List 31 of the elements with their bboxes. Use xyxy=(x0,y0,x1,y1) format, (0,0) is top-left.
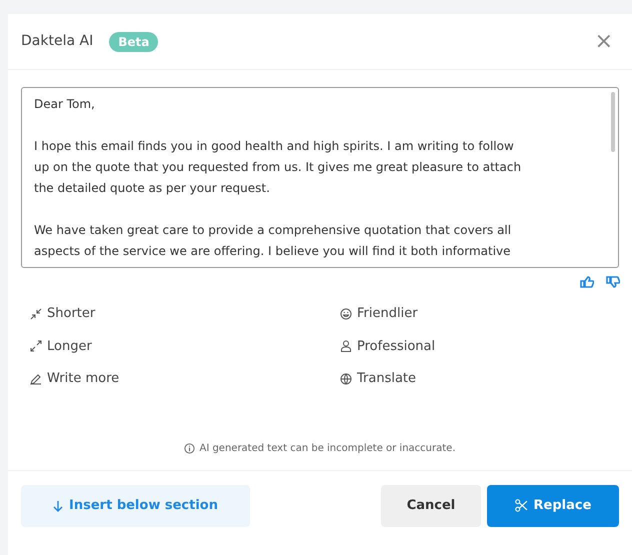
cancel-button[interactable]: Cancel xyxy=(381,484,481,526)
email-text-line: We have taken great care to provide a comprehensive quotation that covers all xyxy=(34,222,512,239)
rewrite-option[interactable]: Translate xyxy=(340,369,632,388)
rewrite-option[interactable]: Professional xyxy=(340,336,632,356)
rewrite-option[interactable]: Write more xyxy=(30,369,340,388)
rewrite-option[interactable]: Shorter xyxy=(30,304,340,324)
smiley-icon xyxy=(340,308,352,320)
rewrite-option[interactable]: Longer xyxy=(30,336,340,356)
email-text-line: Dear Tom, xyxy=(34,96,96,113)
scissors-icon xyxy=(514,499,528,512)
text-editor[interactable] xyxy=(21,87,619,268)
beta-badge: Beta xyxy=(109,32,158,52)
thumbs-up-icon[interactable] xyxy=(580,276,594,288)
email-text-line: up on the quote that you requested from us. It gives me great pleasure to attach xyxy=(34,159,522,176)
down-arrow-icon xyxy=(53,500,64,512)
thumbs-down-icon[interactable] xyxy=(606,276,620,288)
email-text-line: the detailed quote as per your request. xyxy=(34,180,271,197)
email-text-line: aspects of the service we are offering. I believe you will find it both informative xyxy=(34,243,512,260)
close-button[interactable]: × xyxy=(594,30,613,52)
globe-icon xyxy=(340,372,352,385)
rewrite-option[interactable]: Friendlier xyxy=(340,304,632,324)
person-icon xyxy=(340,340,352,352)
replace-button[interactable]: Replace xyxy=(487,484,619,526)
shrink-arrows-icon xyxy=(30,308,42,320)
dialog-title: Daktela AI xyxy=(21,32,94,51)
disclaimer-text: AI generated text can be incomplete or inaccurate. xyxy=(199,442,456,456)
email-text-line: I hope this email finds you in good health and high spirits. I am writing to follow xyxy=(34,138,515,155)
expand-arrows-icon xyxy=(30,340,42,352)
info-icon xyxy=(184,442,196,454)
scrollbar-thumb[interactable] xyxy=(611,92,615,152)
pencil-icon xyxy=(30,372,42,385)
